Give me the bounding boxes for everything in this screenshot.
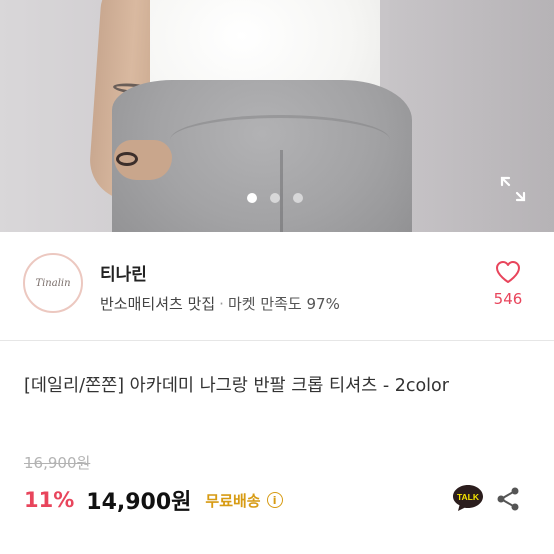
seller-tagline: 반소매티셔츠 맛집 — [100, 295, 216, 313]
seller-satisfaction: 마켓 만족도 97% — [227, 295, 340, 313]
section-divider — [0, 340, 554, 341]
product-photo-pants-fold — [280, 150, 283, 232]
original-price: 16,900원 — [24, 454, 91, 472]
seller-info: 반소매티셔츠 맛집 · 마켓 만족도 97% — [100, 293, 340, 314]
seller-logo[interactable]: Tinalin — [23, 253, 83, 313]
like-count: 546 — [493, 290, 523, 308]
heart-icon — [496, 261, 520, 283]
product-photo-shadow — [384, 0, 554, 232]
free-shipping-badge: 무료배송 — [205, 491, 261, 510]
seller-separator: · — [219, 295, 224, 313]
price-row: 11% 14,900원 무료배송 i — [24, 484, 283, 516]
seller-logo-text: Tinalin — [35, 277, 71, 289]
info-icon[interactable]: i — [266, 492, 283, 508]
talk-chat-button[interactable]: TALK — [452, 484, 484, 512]
share-icon[interactable] — [496, 486, 520, 512]
product-image-gallery[interactable] — [0, 0, 554, 232]
gallery-dot-2[interactable] — [270, 193, 280, 203]
discount-rate: 11% — [24, 488, 75, 512]
talk-label: TALK — [457, 492, 480, 502]
gallery-dot-1[interactable] — [247, 193, 257, 203]
seller-name[interactable]: 티나린 — [100, 260, 147, 285]
expand-icon[interactable] — [500, 176, 526, 202]
like-button[interactable]: 546 — [486, 260, 530, 308]
sale-price: 14,900원 — [86, 490, 192, 515]
product-photo-wristband — [116, 152, 138, 166]
product-title: [데일리/쫀쫀] 아카데미 나그랑 반팔 크롭 티셔츠 - 2color — [24, 376, 449, 396]
gallery-dot-3[interactable] — [293, 193, 303, 203]
seller-section: Tinalin 티나린 반소매티셔츠 맛집 · 마켓 만족도 97% 546 — [0, 232, 554, 340]
gallery-pagination — [247, 193, 303, 203]
